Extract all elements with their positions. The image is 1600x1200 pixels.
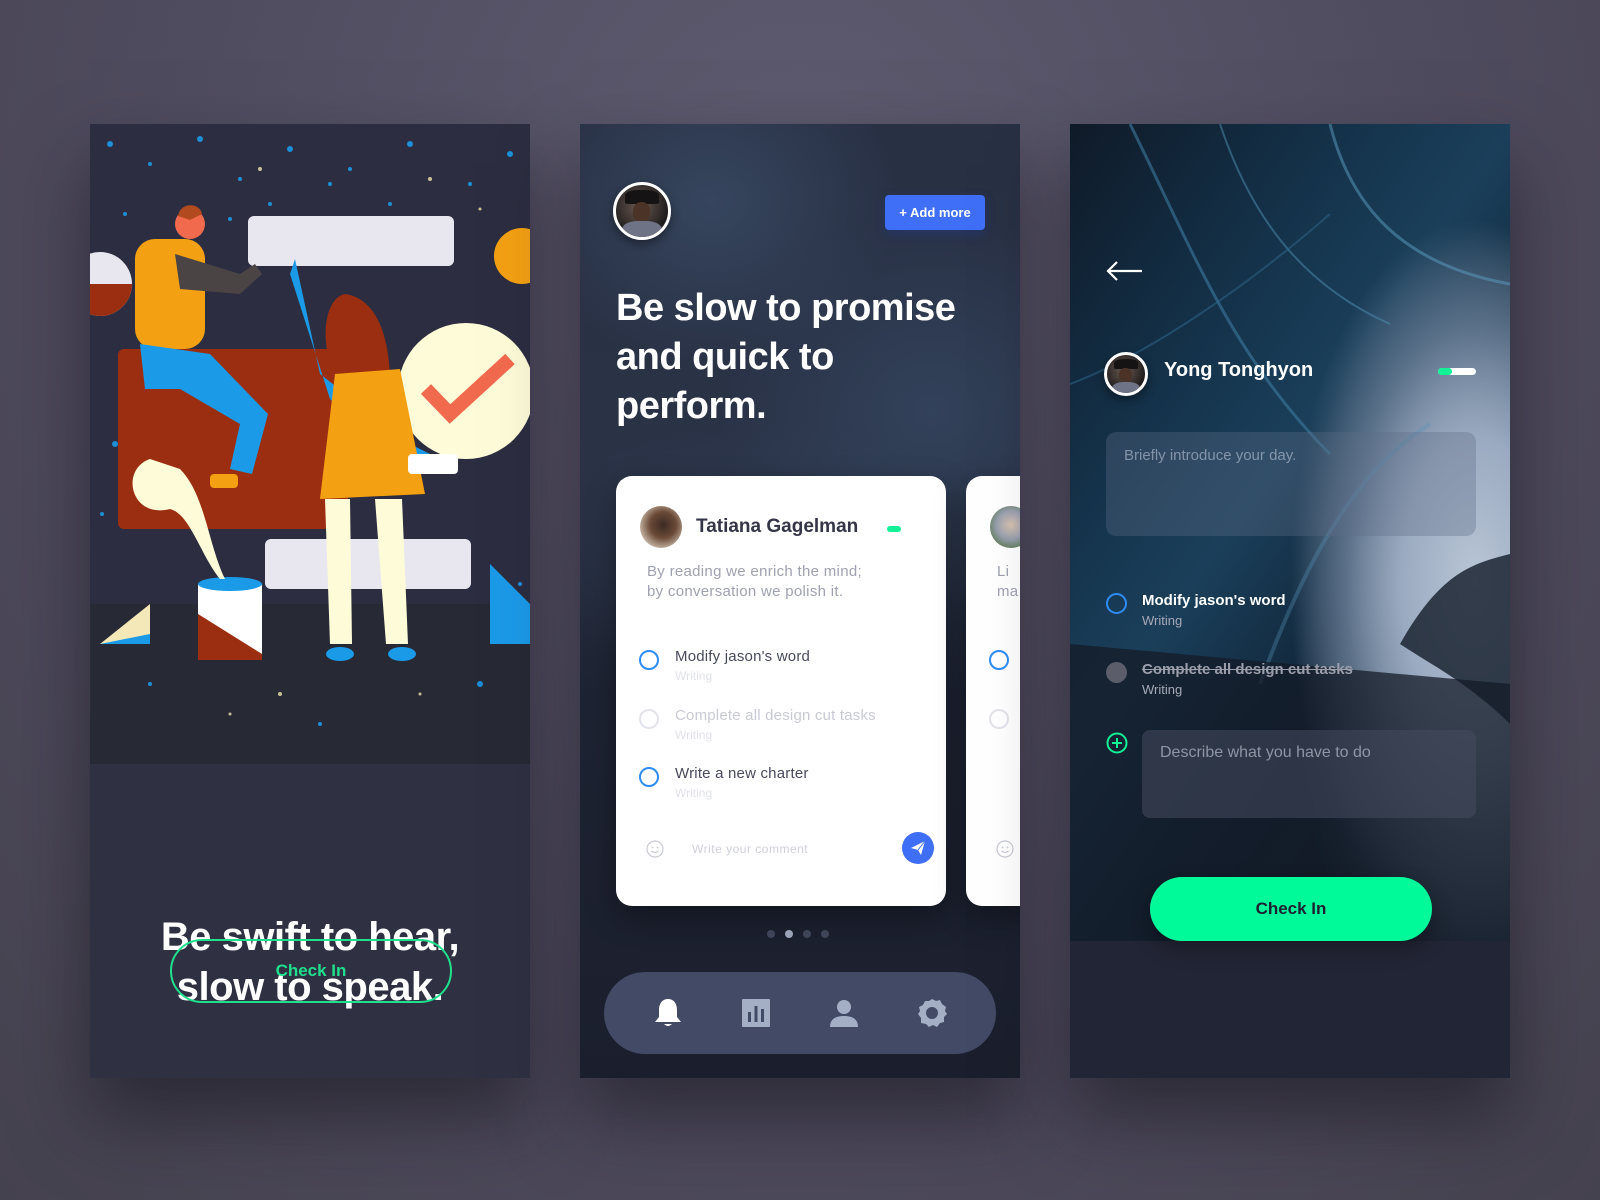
- bottom-tab-bar: [604, 972, 996, 1054]
- task-checkbox[interactable]: [639, 650, 659, 670]
- user-avatar[interactable]: [1104, 352, 1148, 396]
- page-dot-active[interactable]: [785, 930, 793, 938]
- day-intro-input[interactable]: [1106, 432, 1476, 536]
- bar-chart-icon: [742, 999, 770, 1027]
- comment-input[interactable]: [692, 838, 872, 860]
- tab-settings[interactable]: [908, 989, 956, 1037]
- task-title: Complete all design cut tasks: [1142, 661, 1353, 678]
- page-dot[interactable]: [821, 930, 829, 938]
- user-avatar[interactable]: [613, 182, 671, 240]
- tab-profile[interactable]: [820, 989, 868, 1037]
- gear-icon: [918, 999, 947, 1027]
- task-category: Writing: [675, 669, 713, 683]
- check-in-button[interactable]: Check In: [1150, 877, 1432, 941]
- online-status-indicator: [887, 526, 901, 532]
- user-name: Yong Tonghyon: [1164, 359, 1314, 381]
- paper-plane-icon: [911, 840, 926, 855]
- bell-icon: [655, 999, 681, 1026]
- page-dot[interactable]: [767, 930, 775, 938]
- task-checkbox: [989, 709, 1009, 729]
- task-category: Writing: [675, 786, 713, 800]
- task-card-next[interactable]: Li ma: [966, 476, 1020, 906]
- quote-line: By reading we enrich the mind;: [647, 563, 862, 580]
- card-avatar: [990, 506, 1020, 548]
- toggle-knob: [1438, 368, 1452, 375]
- check-in-detail-screen: Yong Tonghyon Modify jason's word Writin…: [1070, 124, 1510, 1078]
- tab-notifications[interactable]: [644, 989, 692, 1037]
- illustration: [90, 124, 530, 764]
- page-dot[interactable]: [803, 930, 811, 938]
- emoji-icon: [996, 840, 1014, 858]
- task-checkbox: [989, 650, 1009, 670]
- pagination-dots: [767, 930, 829, 938]
- bottom-panel: [1070, 941, 1510, 1078]
- task-checkbox-checked[interactable]: [1106, 662, 1127, 683]
- quote-line: ma: [997, 583, 1019, 600]
- headline-line: and quick to: [616, 336, 834, 378]
- feed-headline: Be slow to promise and quick to perform.: [616, 284, 996, 431]
- add-more-button[interactable]: + Add more: [885, 195, 985, 230]
- send-button[interactable]: [902, 832, 934, 864]
- task-title: Complete all design cut tasks: [675, 707, 876, 724]
- task-description-input[interactable]: [1142, 730, 1476, 818]
- task-checkbox[interactable]: [639, 709, 659, 729]
- task-title: Modify jason's word: [675, 648, 811, 665]
- task-title: Modify jason's word: [1142, 592, 1286, 609]
- emoji-icon[interactable]: [646, 840, 664, 858]
- card-user-name: Tatiana Gagelman: [696, 516, 859, 537]
- task-checkbox[interactable]: [1106, 593, 1127, 614]
- card-quote: Li ma: [997, 562, 1020, 602]
- headline-line: Be slow to promise: [616, 287, 956, 329]
- task-title: Write a new charter: [675, 765, 809, 782]
- task-card: Tatiana Gagelman By reading we enrich th…: [616, 476, 946, 906]
- arrow-left-icon[interactable]: [1104, 259, 1144, 283]
- user-icon: [830, 1000, 858, 1027]
- task-category: Writing: [1142, 613, 1183, 628]
- headline-line: perform.: [616, 385, 767, 427]
- onboarding-screen: Be swift to hear, slow to speak. Check I…: [90, 124, 530, 1078]
- comment-row: [996, 832, 1020, 866]
- check-in-button[interactable]: Check In: [170, 939, 452, 1003]
- task-checkbox[interactable]: [639, 767, 659, 787]
- quote-line: by conversation we polish it.: [647, 583, 844, 600]
- comment-row: [646, 832, 934, 866]
- quote-line: Li: [997, 563, 1010, 580]
- tasks-feed-screen: + Add more Be slow to promise and quick …: [580, 124, 1020, 1078]
- tab-stats[interactable]: [732, 989, 780, 1037]
- status-toggle[interactable]: [1438, 368, 1476, 375]
- card-avatar[interactable]: [640, 506, 682, 548]
- add-task-icon[interactable]: [1106, 732, 1128, 754]
- task-category: Writing: [675, 728, 713, 742]
- task-category: Writing: [1142, 682, 1183, 697]
- card-quote: By reading we enrich the mind; by conver…: [647, 562, 917, 602]
